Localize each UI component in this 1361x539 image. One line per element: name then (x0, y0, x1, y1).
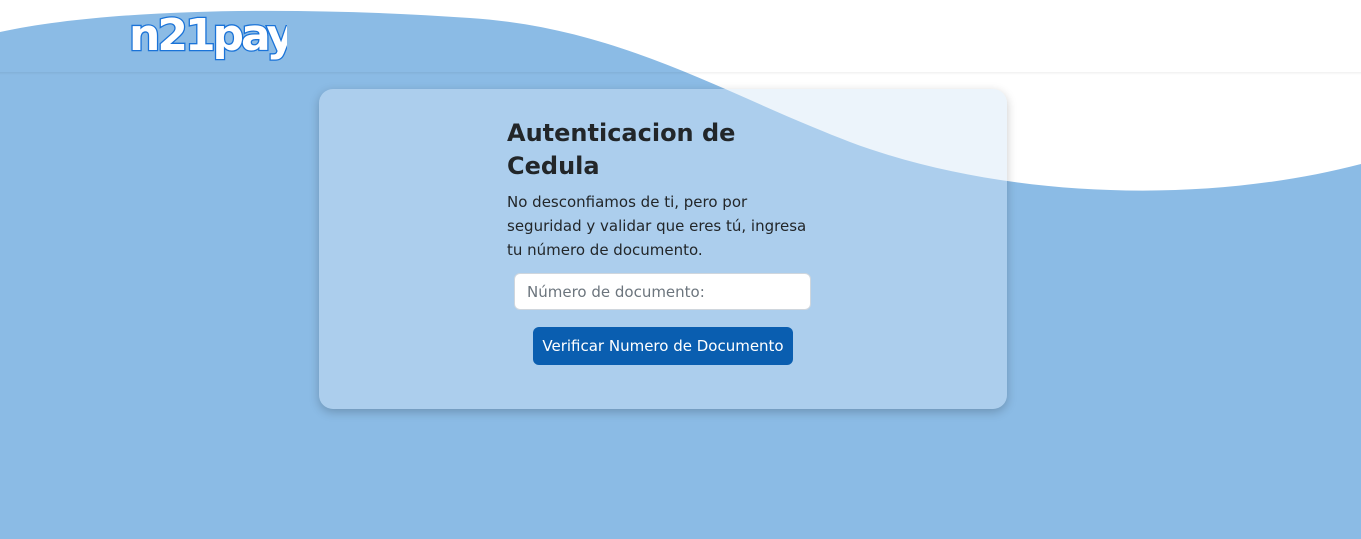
auth-description: No desconfiamos de ti, pero por segurida… (507, 193, 807, 259)
logo-text: n21pay (129, 10, 287, 61)
auth-card-content: Autenticacion de Cedula No desconfiamos … (507, 117, 827, 262)
auth-card: Autenticacion de Cedula No desconfiamos … (319, 89, 1007, 409)
n21pay-logo[interactable]: n21pay (127, 6, 299, 68)
verify-document-button[interactable]: Verificar Numero de Documento (533, 327, 793, 365)
header-divider (0, 72, 1361, 75)
document-number-input[interactable] (514, 273, 811, 310)
logo-graphic: n21pay (128, 9, 299, 63)
auth-title: Autenticacion de Cedula (507, 119, 736, 180)
